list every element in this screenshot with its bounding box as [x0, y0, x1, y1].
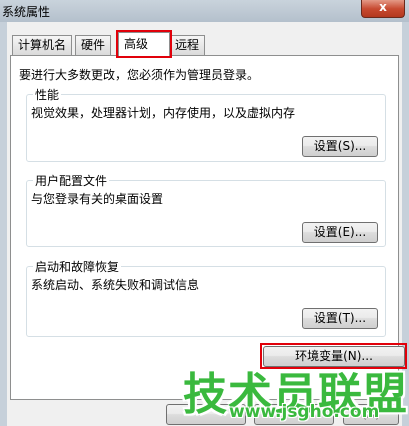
window-frame-left — [0, 22, 7, 426]
window-title: 系统属性 — [2, 5, 51, 19]
tab-hardware[interactable]: 硬件 — [75, 35, 112, 55]
performance-description: 视觉效果，处理器计划，内存使用，以及虚拟内存 — [31, 106, 296, 120]
close-icon: x — [379, 0, 387, 14]
performance-group-title: 性能 — [33, 86, 62, 103]
user-profiles-settings-button[interactable]: 设置(E)... — [302, 222, 378, 243]
performance-settings-button[interactable]: 设置(S)... — [302, 136, 378, 157]
startup-recovery-description: 系统启动、系统失败和调试信息 — [31, 278, 200, 292]
startup-recovery-group-title: 启动和故障恢复 — [33, 258, 122, 275]
close-button[interactable]: x — [361, 0, 405, 18]
title-bar: 系统属性 x — [0, 0, 409, 22]
watermark-url: www.jsgho.com — [229, 402, 380, 422]
tab-computer-name[interactable]: 计算机名 — [12, 35, 73, 55]
user-profiles-group-title: 用户配置文件 — [33, 172, 110, 189]
tab-remote[interactable]: 远程 — [169, 35, 206, 55]
tab-highlight-box — [116, 30, 172, 58]
startup-recovery-settings-button[interactable]: 设置(T)... — [302, 308, 378, 329]
user-profiles-description: 与您登录有关的桌面设置 — [31, 192, 164, 206]
admin-note: 要进行大多数更改，您必须作为管理员登录。 — [19, 68, 260, 82]
